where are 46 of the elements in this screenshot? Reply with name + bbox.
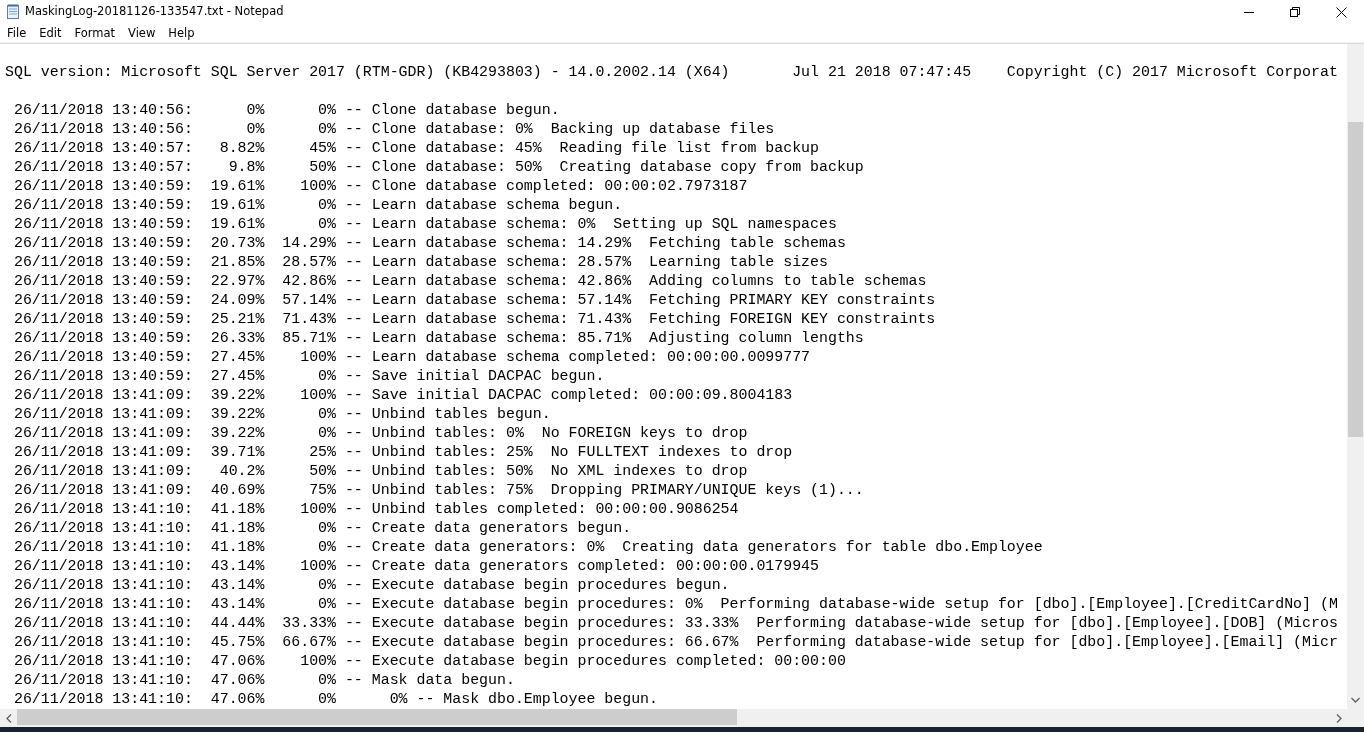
text-line: 26/11/2018 13:41:10: 45.75% 66.67% -- Execute database begin procedures: 66.67% Performing database-wide setup for [dbo].[Employee].[Email] (Micr bbox=[12, 633, 1338, 652]
text-line: 26/11/2018 13:41:10: 47.06% 0% 0% -- Mask dbo.Employee begun. bbox=[12, 690, 658, 709]
text-line: 26/11/2018 13:41:09: 39.22% 100% -- Save initial DACPAC completed: 00:00:09.8004183 bbox=[12, 386, 793, 405]
text-line: 26/11/2018 13:41:09: 39.22% 0% -- Unbind tables: 0% No FOREIGN keys to drop bbox=[12, 424, 748, 443]
text-line: 26/11/2018 13:40:59: 27.45% 100% -- Learn database schema completed: 00:00:00.0099777 bbox=[12, 348, 811, 367]
text-line: 26/11/2018 13:40:57: 8.82% 45% -- Clone database: 45% Reading file list from backup bbox=[12, 139, 819, 158]
scrollbar-thumb[interactable] bbox=[1348, 122, 1363, 437]
text-line: 26/11/2018 13:41:10: 43.14% 100% -- Create data generators completed: 00:00:00.0179945 bbox=[12, 557, 819, 576]
text-line: 26/11/2018 13:40:56: 0% 0% -- Clone database begun. bbox=[12, 101, 560, 120]
text-line: 26/11/2018 13:41:10: 41.18% 0% -- Create data generators begun. bbox=[12, 519, 632, 538]
text-line: 26/11/2018 13:40:59: 22.97% 42.86% -- Learn database schema: 42.86% Adding columns to table schemas bbox=[12, 272, 927, 291]
menu-item[interactable]: Edit bbox=[32, 24, 68, 42]
menu-item[interactable]: View bbox=[121, 24, 162, 42]
text-line: 26/11/2018 13:40:59: 24.09% 57.14% -- Learn database schema: 57.14% Fetching PRIMARY KEY constraints bbox=[12, 291, 936, 310]
text-line: 26/11/2018 13:41:09: 40.69% 75% -- Unbind tables: 75% Dropping PRIMARY/UNIQUE keys (1)... bbox=[12, 481, 864, 500]
text-line: 26/11/2018 13:40:56: 0% 0% -- Clone database: 0% Backing up database files bbox=[12, 120, 775, 139]
text-line: 26/11/2018 13:40:59: 19.61% 100% -- Clone database completed: 00:00:02.7973187 bbox=[12, 177, 748, 196]
window-title: MaskingLog-20181126-133547.txt - Notepad bbox=[25, 3, 284, 21]
vertical-scrollbar[interactable] bbox=[1347, 44, 1364, 709]
text-line: 26/11/2018 13:40:59: 27.45% 0% -- Save initial DACPAC begun. bbox=[12, 367, 605, 386]
text-line: 26/11/2018 13:40:59: 25.21% 71.43% -- Learn database schema: 71.43% Fetching FOREIGN KEY constraints bbox=[12, 310, 936, 329]
text-line: 26/11/2018 13:41:09: 39.71% 25% -- Unbind tables: 25% No FULLTEXT indexes to drop bbox=[12, 443, 793, 462]
text-line: 26/11/2018 13:40:59: 19.61% 0% -- Learn database schema: 0% Setting up SQL namespaces bbox=[12, 215, 837, 234]
text-line: 26/11/2018 13:41:10: 41.18% 100% -- Unbind tables completed: 00:00:00.9086254 bbox=[12, 500, 739, 519]
text-line: 26/11/2018 13:40:57: 9.8% 50% -- Clone database: 50% Creating database copy from backup bbox=[12, 158, 864, 177]
menu-item[interactable]: Help bbox=[161, 24, 201, 42]
text-line: 26/11/2018 13:40:59: 26.33% 85.71% -- Learn database schema: 85.71% Adjusting column lengths bbox=[12, 329, 864, 348]
horizontal-scrollbar[interactable] bbox=[0, 709, 1347, 727]
text-line: 26/11/2018 13:40:59: 20.73% 14.29% -- Learn database schema: 14.29% Fetching table schemas bbox=[12, 234, 846, 253]
restore-icon bbox=[1290, 7, 1300, 17]
text-line: 26/11/2018 13:41:09: 39.22% 0% -- Unbind tables begun. bbox=[12, 405, 551, 424]
menu-item[interactable]: Format bbox=[67, 24, 122, 42]
text-line: 26/11/2018 13:41:10: 47.06% 100% -- Execute database begin procedures completed: 00:00:00 bbox=[12, 652, 846, 671]
menu-item[interactable]: File bbox=[0, 24, 33, 42]
text-line: 26/11/2018 13:41:10: 41.18% 0% -- Create data generators: 0% Creating data generators for table dbo.Employee bbox=[12, 538, 1043, 557]
notepad-icon bbox=[5, 4, 21, 20]
text-line: 26/11/2018 13:41:10: 47.06% 0% -- Mask data begun. bbox=[12, 671, 515, 690]
text-line: 26/11/2018 13:40:59: 21.85% 28.57% -- Learn database schema: 28.57% Learning table sizes bbox=[12, 253, 828, 272]
text-line: 26/11/2018 13:41:10: 43.14% 0% -- Execute database begin procedures begun. bbox=[12, 576, 730, 595]
text-line: 26/11/2018 13:41:09: 40.2% 50% -- Unbind tables: 50% No XML indexes to drop bbox=[12, 462, 748, 481]
text-line: 26/11/2018 13:41:10: 44.44% 33.33% -- Execute database begin procedures: 33.33% Performing database-wide setup for [dbo].[Employee].[DOB] (Micros bbox=[12, 614, 1338, 633]
scrollbar-thumb[interactable] bbox=[17, 709, 737, 725]
text-line: SQL version: Microsoft SQL Server 2017 (RTM-GDR) (KB4293803) - 14.0.2002.14 (X64) Jul 21 2018 07:47:45 Copyright (C) 2017 Microsoft Corporat bbox=[5, 63, 1338, 82]
close-icon bbox=[1335, 6, 1347, 18]
text-line: 26/11/2018 13:41:10: 43.14% 0% -- Execute database begin procedures: 0% Performing database-wide setup for [dbo].[Employee].[CreditCardNo] (M bbox=[12, 595, 1338, 614]
text-line: 26/11/2018 13:40:59: 19.61% 0% -- Learn database schema begun. bbox=[12, 196, 623, 215]
